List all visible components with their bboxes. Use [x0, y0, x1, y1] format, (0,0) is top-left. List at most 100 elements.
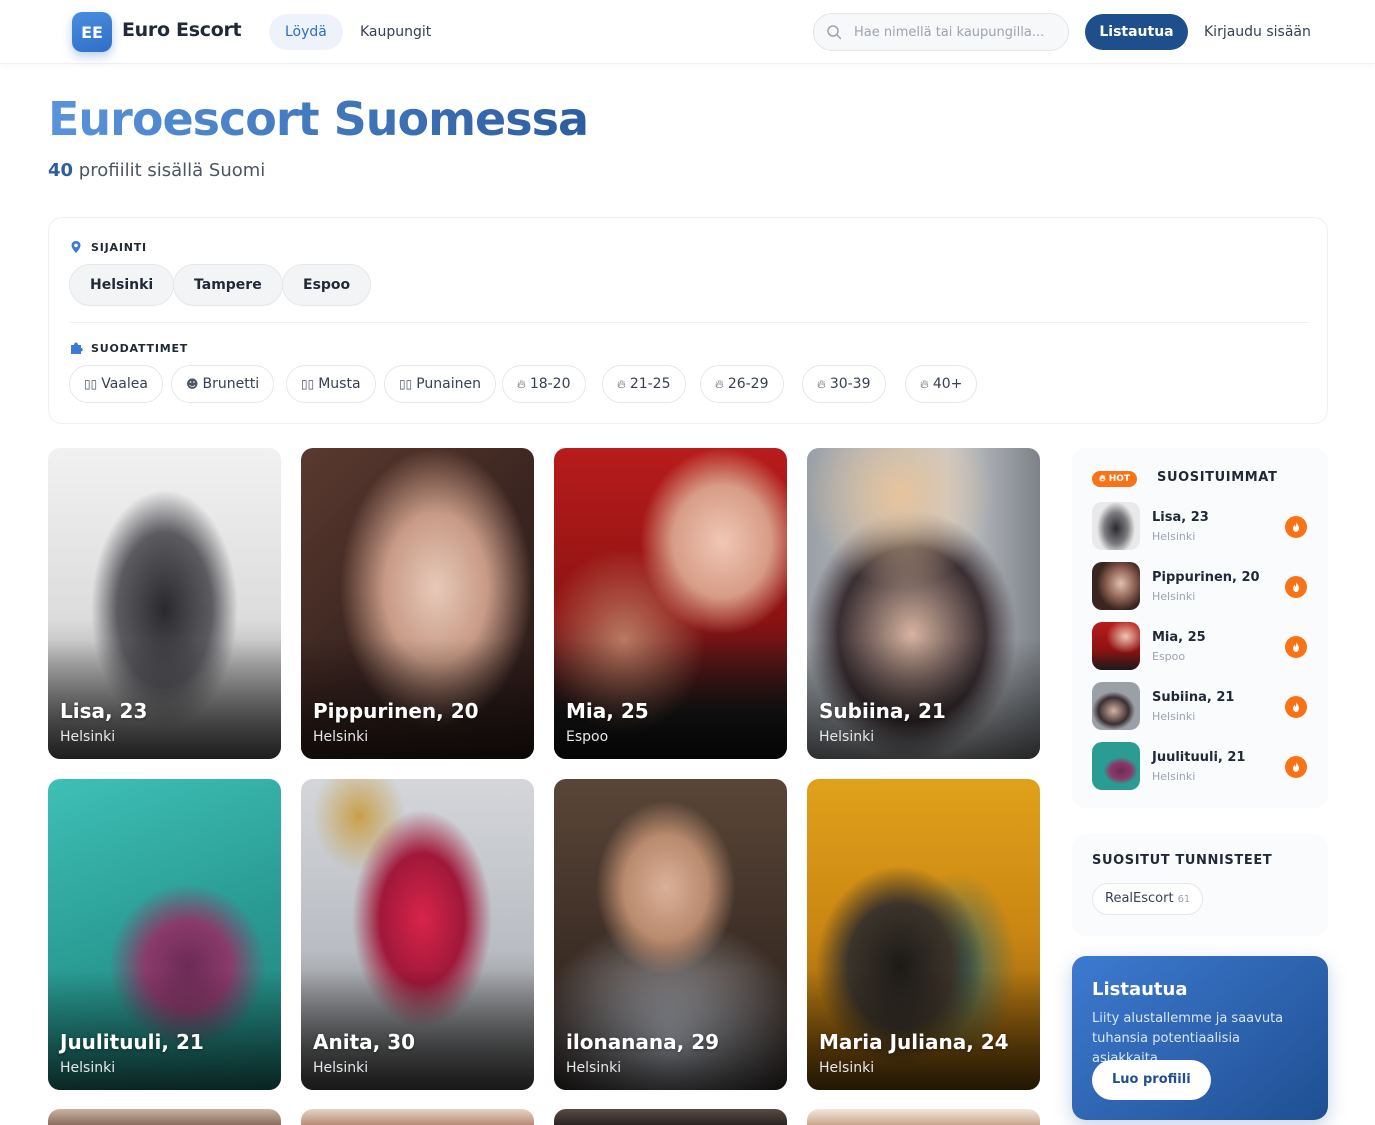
popular-city: Helsinki — [1152, 530, 1196, 543]
filter-chip-age-40-plus[interactable]: 🔥︎ 40+ — [905, 365, 978, 403]
location-section-label: SIJAINTI — [69, 240, 147, 254]
city-chip-tampere[interactable]: Tampere — [173, 264, 283, 306]
avatar — [1092, 622, 1140, 670]
popular-tags-panel: SUOSITUT TUNNISTEET RealEscort 61 — [1072, 834, 1328, 936]
popular-item[interactable]: Subiina, 21 Helsinki — [1092, 682, 1308, 732]
avatar — [1092, 562, 1140, 610]
filter-chip-age-18-20[interactable]: 🔥︎ 18-20 — [502, 365, 586, 403]
filter-chip-label: Brunetti — [202, 376, 260, 392]
profile-city: Helsinki — [60, 729, 116, 745]
brand-name[interactable]: Euro Escort — [122, 19, 242, 41]
popular-item[interactable]: Juulituuli, 21 Helsinki — [1092, 742, 1308, 792]
profile-city: Helsinki — [313, 729, 369, 745]
avatar — [1092, 742, 1140, 790]
filter-chip-age-30-39[interactable]: 🔥︎ 30-39 — [802, 365, 886, 403]
profile-card[interactable] — [48, 1109, 281, 1125]
popular-city: Espoo — [1152, 650, 1186, 663]
logo-badge[interactable]: EE — [72, 12, 112, 52]
profile-city: Helsinki — [819, 1060, 875, 1076]
profile-name: Subiina, 21 — [819, 699, 946, 723]
popular-name: Lisa, 23 — [1152, 510, 1209, 525]
filter-panel: SIJAINTI Helsinki Tampere Espoo SUODATTI… — [48, 217, 1328, 424]
profile-card[interactable]: Anita, 30 Helsinki — [301, 779, 534, 1090]
signup-button[interactable]: Listautua — [1085, 14, 1188, 50]
filter-chip-label: Punainen — [416, 376, 481, 392]
flame-icon: 🔥︎ — [617, 377, 626, 391]
popular-item[interactable]: Lisa, 23 Helsinki — [1092, 502, 1308, 552]
profile-card[interactable]: Subiina, 21 Helsinki — [807, 448, 1040, 759]
flame-icon — [1285, 636, 1307, 658]
tag-realescort[interactable]: RealEscort 61 — [1092, 883, 1204, 915]
profile-name: Lisa, 23 — [60, 699, 148, 723]
profile-card[interactable] — [301, 1109, 534, 1125]
filter-chip-label: Vaalea — [101, 376, 148, 392]
filter-chip-blonde[interactable]: ▯▯ Vaalea — [69, 365, 163, 403]
section-divider — [69, 322, 1309, 323]
profile-name: ilonanana, 29 — [566, 1030, 720, 1054]
popular-city: Helsinki — [1152, 770, 1196, 783]
hair-glyph: ▯▯ — [301, 377, 315, 391]
profile-card[interactable]: Pippurinen, 20 Helsinki — [301, 448, 534, 759]
avatar — [1092, 502, 1140, 550]
profile-city: Espoo — [566, 729, 609, 745]
hair-glyph: ▯▯ — [84, 377, 98, 391]
flame-icon — [1285, 756, 1307, 778]
flame-icon: 🔥︎ — [817, 377, 826, 391]
hot-badge: 🔥︎ HOT — [1092, 471, 1138, 487]
nav-cities[interactable]: Kaupungit — [344, 14, 447, 50]
profile-card[interactable]: Juulituuli, 21 Helsinki — [48, 779, 281, 1090]
create-profile-button[interactable]: Luo profiili — [1092, 1060, 1211, 1100]
profile-card[interactable]: Maria Juliana, 24 Helsinki — [807, 779, 1040, 1090]
city-chip-espoo[interactable]: Espoo — [282, 264, 372, 306]
filter-chip-red[interactable]: ▯▯ Punainen — [384, 365, 496, 403]
profile-count-label: profiilit sisällä Suomi — [78, 160, 266, 181]
popular-city: Helsinki — [1152, 710, 1196, 723]
face-icon: ☻ — [186, 377, 199, 391]
filter-chip-label: Musta — [318, 376, 361, 392]
flame-icon: 🔥︎ — [715, 377, 724, 391]
popular-item[interactable]: Mia, 25 Espoo — [1092, 622, 1308, 672]
popular-name: Subiina, 21 — [1152, 690, 1235, 705]
popular-name: Juulituuli, 21 — [1152, 750, 1246, 765]
profile-city: Helsinki — [819, 729, 875, 745]
flame-icon — [1285, 576, 1307, 598]
filter-chip-label: 30-39 — [829, 376, 871, 392]
profile-card[interactable]: Lisa, 23 Helsinki — [48, 448, 281, 759]
login-link[interactable]: Kirjaudu sisään — [1204, 24, 1311, 40]
tag-label: RealEscort — [1105, 891, 1174, 906]
popular-name: Mia, 25 — [1152, 630, 1206, 645]
profile-city: Helsinki — [313, 1060, 369, 1076]
filter-chip-black[interactable]: ▯▯ Musta — [286, 365, 376, 403]
search-icon — [827, 25, 842, 40]
hot-badge-label: HOT — [1108, 474, 1131, 484]
filter-chip-label: 21-25 — [629, 376, 671, 392]
profile-name: Pippurinen, 20 — [313, 699, 479, 723]
city-chip-helsinki[interactable]: Helsinki — [69, 264, 175, 306]
flame-icon: 🔥︎ — [920, 377, 929, 391]
nav-find[interactable]: Löydä — [269, 14, 343, 50]
filter-chip-age-26-29[interactable]: 🔥︎ 26-29 — [700, 365, 784, 403]
profile-city: Helsinki — [60, 1060, 116, 1076]
filters-section-label: SUODATTIMET — [69, 341, 188, 355]
profile-count-text: 40 profiilit sisällä Suomi — [48, 160, 265, 181]
filters-label: SUODATTIMET — [91, 341, 189, 355]
profile-card[interactable]: Mia, 25 Espoo — [554, 448, 787, 759]
filter-chip-age-21-25[interactable]: 🔥︎ 21-25 — [602, 365, 686, 403]
profile-name: Maria Juliana, 24 — [819, 1030, 1009, 1054]
profile-card[interactable] — [807, 1109, 1040, 1125]
flame-icon — [1285, 696, 1307, 718]
profile-card[interactable]: ilonanana, 29 Helsinki — [554, 779, 787, 1090]
hair-glyph: ▯▯ — [399, 377, 413, 391]
popular-name: Pippurinen, 20 — [1152, 570, 1260, 585]
avatar — [1092, 682, 1140, 730]
popular-city: Helsinki — [1152, 590, 1196, 603]
puzzle-icon — [71, 342, 83, 354]
popular-title: SUOSITUIMMAT — [1157, 470, 1278, 485]
profile-name: Juulituuli, 21 — [60, 1030, 204, 1054]
search-input[interactable] — [854, 14, 1060, 50]
popular-item[interactable]: Pippurinen, 20 Helsinki — [1092, 562, 1308, 612]
tags-title: SUOSITUT TUNNISTEET — [1092, 853, 1273, 868]
profile-card[interactable] — [554, 1109, 787, 1125]
filter-chip-brunette[interactable]: ☻ Brunetti — [171, 365, 275, 403]
filter-chip-label: 40+ — [932, 376, 963, 392]
